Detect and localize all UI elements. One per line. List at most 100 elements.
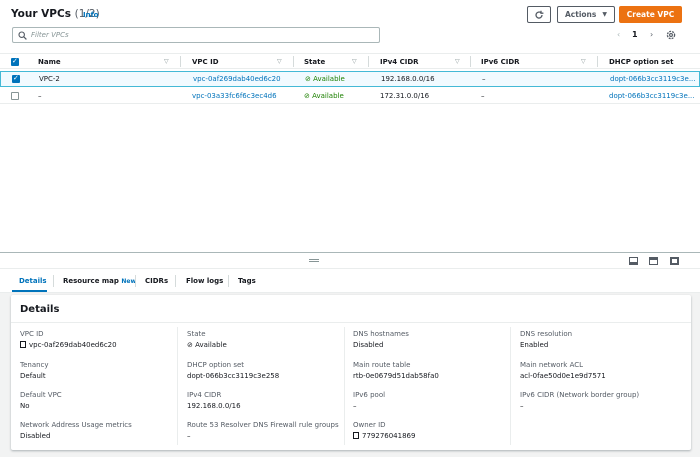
tab-divider	[175, 275, 176, 287]
cell-dhcp-link[interactable]: dopt-066b3cc3119c3e...	[610, 75, 696, 83]
cell-vpc-id-link[interactable]: vpc-0af269dab40ed6c20	[193, 75, 281, 83]
tab-divider	[53, 275, 54, 287]
split-close-icon[interactable]	[670, 257, 679, 265]
search-icon	[18, 31, 27, 40]
ipv6-nbg-value: –	[520, 402, 524, 410]
column-divider[interactable]	[470, 56, 471, 67]
main-acl-label: Main network ACL	[520, 361, 584, 369]
divider	[11, 322, 691, 323]
page-title-text: Your VPCs	[11, 8, 71, 20]
cell-name: –	[38, 92, 42, 100]
details-title: Details	[20, 304, 60, 315]
tab-details[interactable]: Details	[19, 277, 47, 285]
filter-input[interactable]: Filter VPCs	[31, 31, 69, 39]
copy-icon[interactable]	[20, 341, 26, 348]
tab-cidrs[interactable]: CIDRs	[145, 277, 168, 285]
ipv6-nbg-label: IPv6 CIDR (Network border group)	[520, 391, 640, 399]
nau-metrics-label: Network Address Usage metrics	[20, 421, 132, 429]
owner-id-label: Owner ID	[353, 421, 386, 429]
split-bottom-icon[interactable]	[629, 257, 638, 265]
default-vpc-value: No	[20, 402, 30, 410]
sort-icon[interactable]: ▽	[581, 58, 586, 65]
refresh-button[interactable]	[527, 6, 551, 23]
owner-id-text: 779276041869	[362, 432, 416, 440]
column-header-name[interactable]: Name	[38, 58, 61, 66]
info-link[interactable]: Info	[83, 11, 98, 19]
tenancy-value: Default	[20, 372, 46, 380]
cell-ipv6-cidr: –	[481, 92, 485, 100]
tab-resource-map[interactable]: Resource map New	[63, 277, 136, 285]
dhcp-label: DHCP option set	[187, 361, 245, 369]
tab-divider	[135, 275, 136, 287]
cell-ipv4-cidr: 192.168.0.0/16	[381, 75, 435, 83]
cell-state: ⊘ Available	[305, 75, 345, 83]
column-divider	[344, 327, 345, 445]
cell-ipv4-cidr: 172.31.0.0/16	[380, 92, 430, 100]
column-header-dhcp-option-set[interactable]: DHCP option set	[609, 58, 673, 66]
cell-name: VPC-2	[39, 75, 60, 83]
tenancy-label: Tenancy	[20, 361, 49, 369]
column-divider[interactable]	[368, 56, 369, 67]
column-divider[interactable]	[597, 56, 598, 67]
cell-state: ⊘ Available	[304, 92, 344, 100]
table-row[interactable]: – vpc-03a33fc6f6c3ec4d6 ⊘ Available 172.…	[0, 88, 700, 104]
drag-handle-icon[interactable]	[309, 259, 319, 262]
dhcp-link[interactable]: dopt-066b3cc3119c3e258	[187, 372, 279, 380]
dns-resolution-value: Enabled	[520, 341, 549, 349]
ipv6-pool-label: IPv6 pool	[353, 391, 386, 399]
table-row[interactable]: VPC-2 vpc-0af269dab40ed6c20 ⊘ Available …	[0, 71, 700, 87]
next-page-icon[interactable]: ›	[650, 30, 653, 39]
sort-icon[interactable]: ▽	[164, 58, 169, 65]
column-header-ipv6-cidr[interactable]: IPv6 CIDR	[481, 58, 520, 66]
dns-hostnames-label: DNS hostnames	[353, 330, 409, 338]
detail-tabs: Details Resource map New CIDRs Flow logs…	[0, 269, 700, 293]
check-circle-icon: ⊘	[187, 341, 193, 349]
filter-input-box[interactable]: Filter VPCs	[12, 27, 380, 43]
column-divider	[177, 327, 178, 445]
new-badge: New	[121, 278, 136, 285]
state-value: ⊘ Available	[187, 341, 227, 349]
vpc-id-label: VPC ID	[20, 330, 44, 338]
route53-firewall-value: –	[187, 432, 191, 440]
cell-ipv6-cidr: –	[482, 75, 486, 83]
tab-tags[interactable]: Tags	[238, 277, 256, 285]
row-checkbox[interactable]	[11, 92, 19, 100]
tab-flow-logs[interactable]: Flow logs	[186, 277, 223, 285]
cell-dhcp-link[interactable]: dopt-066b3cc3119c3e...	[609, 92, 695, 100]
vpc-id-text: vpc-0af269dab40ed6c20	[29, 341, 117, 349]
actions-label: Actions	[565, 10, 597, 19]
split-side-icon[interactable]	[649, 257, 658, 265]
select-all-checkbox[interactable]	[11, 57, 19, 66]
caret-down-icon: ▼	[602, 11, 607, 18]
route53-firewall-label: Route 53 Resolver DNS Firewall rule grou…	[187, 421, 339, 429]
split-panel-handle[interactable]	[0, 252, 700, 269]
nau-metrics-value: Disabled	[20, 432, 51, 440]
column-divider[interactable]	[180, 56, 181, 67]
dns-resolution-label: DNS resolution	[520, 330, 573, 338]
sort-icon[interactable]: ▽	[352, 58, 357, 65]
row-checkbox[interactable]	[12, 74, 20, 83]
state-label: State	[187, 330, 206, 338]
column-header-state[interactable]: State	[304, 58, 325, 66]
cell-state-text: Available	[313, 75, 345, 83]
actions-button[interactable]: Actions ▼	[557, 6, 615, 23]
column-divider[interactable]	[293, 56, 294, 67]
create-vpc-button[interactable]: Create VPC	[619, 6, 682, 23]
main-route-table-link[interactable]: rtb-0e0679d51dab58fa0	[353, 372, 439, 380]
main-acl-link[interactable]: acl-0fae50d0e1e9d7571	[520, 372, 606, 380]
gear-icon[interactable]	[666, 30, 676, 40]
dns-hostnames-value: Disabled	[353, 341, 384, 349]
page-number[interactable]: 1	[632, 30, 638, 39]
check-circle-icon: ⊘	[305, 75, 311, 83]
ipv4-cidr-label: IPv4 CIDR	[187, 391, 222, 399]
vpc-list-panel: Your VPCs (1/2) Info Actions ▼ Create VP…	[0, 0, 700, 252]
column-header-vpc-id[interactable]: VPC ID	[192, 58, 219, 66]
copy-icon[interactable]	[353, 432, 359, 439]
column-header-ipv4-cidr[interactable]: IPv4 CIDR	[380, 58, 419, 66]
sort-icon[interactable]: ▽	[277, 58, 282, 65]
cell-vpc-id-link[interactable]: vpc-03a33fc6f6c3ec4d6	[192, 92, 277, 100]
sort-icon[interactable]: ▽	[455, 58, 460, 65]
details-panel: Details VPC ID vpc-0af269dab40ed6c20 Ten…	[11, 295, 691, 450]
prev-page-icon[interactable]: ‹	[617, 30, 620, 39]
default-vpc-label: Default VPC	[20, 391, 62, 399]
